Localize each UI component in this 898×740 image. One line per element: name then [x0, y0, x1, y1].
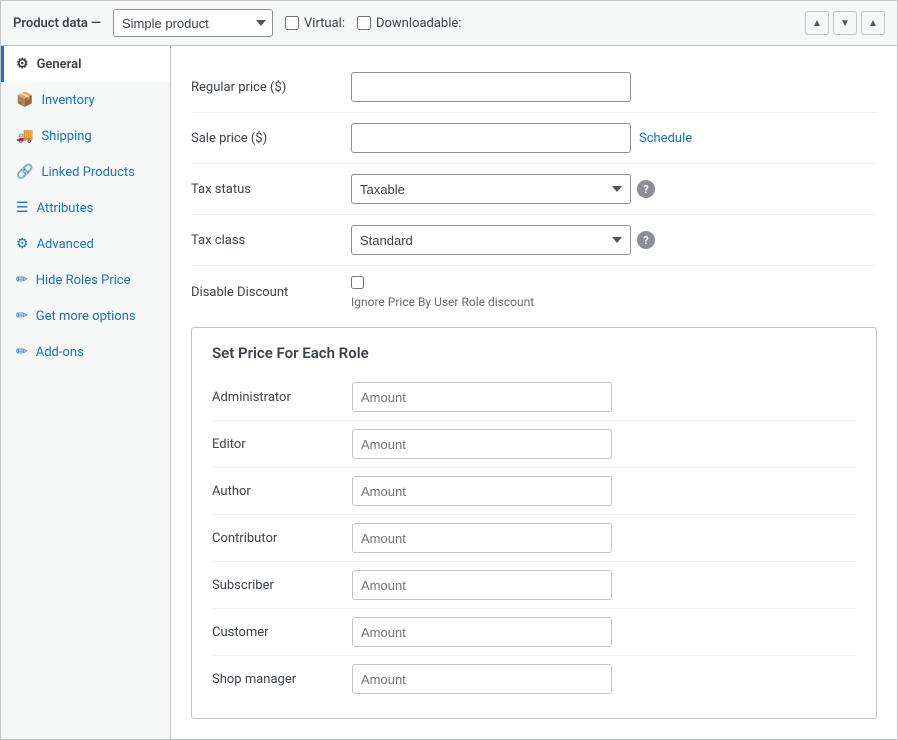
sale-price-field: Schedule: [351, 123, 877, 153]
nav-arrows: ▲ ▼ ▲: [805, 11, 885, 35]
sidebar-label-add-ons: Add-ons: [36, 345, 84, 360]
role-row-administrator: Administrator: [212, 374, 856, 421]
disable-discount-field: Ignore Price By User Role discount: [351, 276, 877, 309]
sidebar-item-shipping[interactable]: 🚚 Shipping: [1, 118, 170, 154]
hide-roles-price-icon: ✏: [16, 272, 28, 288]
downloadable-checkbox[interactable]: [357, 16, 371, 30]
sidebar-label-linked-products: Linked Products: [41, 165, 134, 180]
role-label-contributor: Contributor: [212, 531, 352, 546]
tax-class-field: Standard Reduced rate Zero rate ?: [351, 225, 877, 255]
tax-status-row: Tax status Taxable Shipping only None ?: [191, 164, 877, 215]
role-label-subscriber: Subscriber: [212, 578, 352, 593]
sidebar-item-advanced[interactable]: ⚙ Advanced: [1, 226, 170, 262]
sidebar-item-inventory[interactable]: 📦 Inventory: [1, 82, 170, 118]
sidebar-item-attributes[interactable]: ☰ Attributes: [1, 190, 170, 226]
role-row-contributor: Contributor: [212, 515, 856, 562]
sidebar-item-linked-products[interactable]: 🔗 Linked Products: [1, 154, 170, 190]
role-label-shop-manager: Shop manager: [212, 672, 352, 687]
shipping-icon: 🚚: [16, 128, 33, 144]
product-type-select[interactable]: Simple product: [113, 9, 273, 37]
regular-price-input[interactable]: [351, 72, 631, 102]
downloadable-label: Downloadable:: [376, 16, 461, 31]
schedule-link[interactable]: Schedule: [639, 131, 692, 146]
sidebar-label-advanced: Advanced: [37, 237, 94, 252]
role-row-editor: Editor: [212, 421, 856, 468]
product-data-body: ⚙ General 📦 Inventory 🚚 Shipping 🔗 Linke…: [1, 46, 897, 739]
sidebar-label-hide-roles-price: Hide Roles Price: [36, 273, 131, 288]
tax-status-field: Taxable Shipping only None ?: [351, 174, 877, 204]
role-row-shop-manager: Shop manager: [212, 656, 856, 702]
regular-price-row: Regular price ($): [191, 62, 877, 113]
set-price-title: Set Price For Each Role: [212, 344, 856, 362]
sidebar-label-get-more-options: Get more options: [36, 309, 136, 324]
disable-discount-row: Disable Discount Ignore Price By User Ro…: [191, 266, 877, 311]
disable-discount-checkbox[interactable]: [351, 276, 364, 289]
sidebar-item-add-ons[interactable]: ✏ Add-ons: [1, 334, 170, 370]
get-more-options-icon: ✏: [16, 308, 28, 324]
sidebar-item-get-more-options[interactable]: ✏ Get more options: [1, 298, 170, 334]
general-form: Regular price ($) Sale price ($) Schedul…: [171, 46, 897, 327]
attributes-icon: ☰: [16, 200, 29, 216]
role-label-customer: Customer: [212, 625, 352, 640]
sidebar-label-general: General: [37, 57, 82, 72]
sidebar-label-attributes: Attributes: [37, 201, 94, 216]
product-data-title: Product data —: [13, 16, 101, 31]
regular-price-label: Regular price ($): [191, 80, 351, 95]
disable-discount-sub: Ignore Price By User Role discount: [351, 295, 877, 309]
tax-status-select[interactable]: Taxable Shipping only None: [351, 174, 631, 204]
role-label-editor: Editor: [212, 437, 352, 452]
sidebar: ⚙ General 📦 Inventory 🚚 Shipping 🔗 Linke…: [1, 46, 171, 739]
set-price-section: Set Price For Each Role Administrator Ed…: [191, 327, 877, 719]
sidebar-label-shipping: Shipping: [41, 129, 91, 144]
sidebar-item-general[interactable]: ⚙ General: [1, 46, 170, 82]
tax-status-help-icon[interactable]: ?: [637, 180, 655, 198]
role-label-administrator: Administrator: [212, 390, 352, 405]
product-data-panel: Product data — Simple product Virtual: D…: [0, 0, 898, 740]
role-input-author[interactable]: [352, 476, 612, 506]
sale-price-label: Sale price ($): [191, 131, 351, 146]
sidebar-label-inventory: Inventory: [41, 93, 94, 108]
role-label-author: Author: [212, 484, 352, 499]
role-input-subscriber[interactable]: [352, 570, 612, 600]
add-ons-icon: ✏: [16, 344, 28, 360]
general-icon: ⚙: [16, 56, 29, 72]
regular-price-field: [351, 72, 877, 102]
prev-down-arrow[interactable]: ▼: [833, 11, 857, 35]
sale-price-row: Sale price ($) Schedule: [191, 113, 877, 164]
virtual-checkbox-label: Virtual:: [285, 16, 345, 31]
product-data-header: Product data — Simple product Virtual: D…: [1, 1, 897, 46]
sale-price-input[interactable]: [351, 123, 631, 153]
downloadable-checkbox-label: Downloadable:: [357, 16, 461, 31]
role-input-contributor[interactable]: [352, 523, 612, 553]
virtual-checkbox[interactable]: [285, 16, 299, 30]
inventory-icon: 📦: [16, 92, 33, 108]
sidebar-item-hide-roles-price[interactable]: ✏ Hide Roles Price: [1, 262, 170, 298]
role-input-administrator[interactable]: [352, 382, 612, 412]
linked-products-icon: 🔗: [16, 164, 33, 180]
tax-status-label: Tax status: [191, 182, 351, 197]
expand-arrow[interactable]: ▲: [861, 11, 885, 35]
tax-class-help-icon[interactable]: ?: [637, 231, 655, 249]
role-row-subscriber: Subscriber: [212, 562, 856, 609]
role-input-customer[interactable]: [352, 617, 612, 647]
advanced-icon: ⚙: [16, 236, 29, 252]
role-row-customer: Customer: [212, 609, 856, 656]
role-input-editor[interactable]: [352, 429, 612, 459]
tax-class-label: Tax class: [191, 233, 351, 248]
disable-discount-label: Disable Discount: [191, 285, 351, 300]
prev-up-arrow[interactable]: ▲: [805, 11, 829, 35]
role-input-shop-manager[interactable]: [352, 664, 612, 694]
tax-class-row: Tax class Standard Reduced rate Zero rat…: [191, 215, 877, 266]
role-row-author: Author: [212, 468, 856, 515]
main-content: Regular price ($) Sale price ($) Schedul…: [171, 46, 897, 739]
tax-class-select[interactable]: Standard Reduced rate Zero rate: [351, 225, 631, 255]
virtual-label: Virtual:: [304, 16, 345, 31]
